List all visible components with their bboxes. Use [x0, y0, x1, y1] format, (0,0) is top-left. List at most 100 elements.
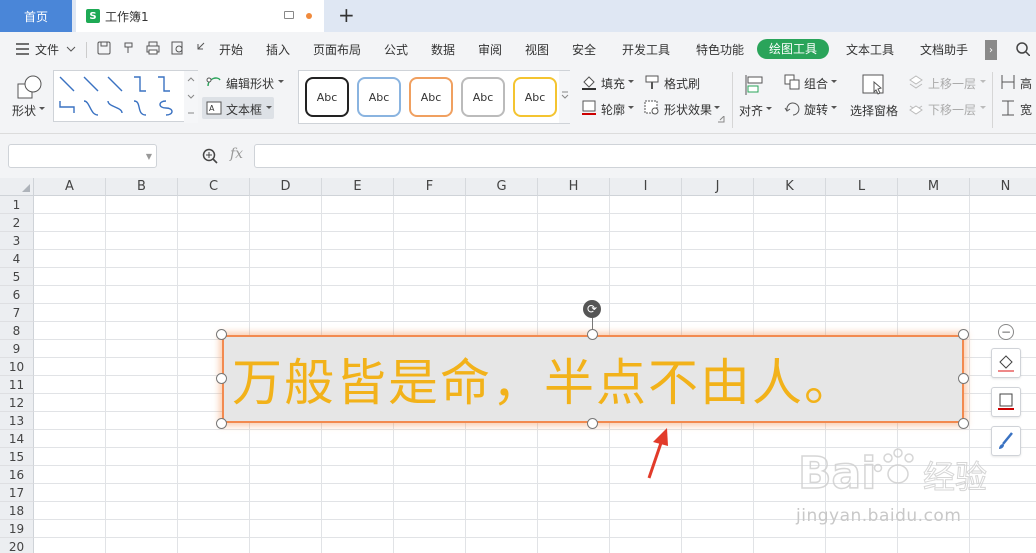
save-icon[interactable] [97, 41, 111, 55]
edit-shape-icon[interactable] [206, 74, 222, 88]
group-label[interactable]: 组合 [804, 75, 828, 92]
menu-security[interactable]: 安全 [572, 41, 596, 58]
new-tab-button[interactable]: + [338, 4, 355, 26]
chevron-down-icon[interactable] [66, 46, 80, 60]
width-label[interactable]: 宽 [1020, 101, 1032, 118]
menu-review[interactable]: 审阅 [478, 41, 502, 58]
row-header[interactable]: 9 [0, 340, 34, 358]
tab-home[interactable]: 首页 [0, 0, 72, 32]
resize-handle-bottom-right[interactable] [958, 418, 969, 429]
chevron-down-icon[interactable]: ▼ [146, 152, 152, 161]
column-header[interactable]: J [682, 178, 754, 196]
column-header[interactable]: D [250, 178, 322, 196]
float-fill-button[interactable] [991, 348, 1021, 378]
print-preview-icon[interactable] [171, 41, 185, 55]
width-icon[interactable] [1001, 100, 1015, 116]
chevron-down-icon[interactable] [831, 106, 837, 110]
fill-icon[interactable] [581, 74, 597, 90]
fx-icon[interactable]: fx [230, 146, 243, 162]
fill-label[interactable]: 填充 [601, 75, 625, 92]
row-header[interactable]: 13 [0, 412, 34, 430]
connector-shapes-icon[interactable] [54, 71, 199, 123]
name-box[interactable]: ▼ [8, 144, 157, 168]
resize-handle-bottom-left[interactable] [216, 418, 227, 429]
row-header[interactable]: 20 [0, 538, 34, 553]
selection-pane-icon[interactable] [862, 74, 886, 96]
more-menu-button[interactable]: › [985, 40, 997, 60]
menu-file[interactable]: 文件 [35, 41, 59, 58]
select-all-corner[interactable] [0, 178, 34, 196]
edit-shape-label[interactable]: 编辑形状 [226, 75, 274, 92]
menu-special[interactable]: 特色功能 [696, 41, 744, 58]
zoom-icon[interactable] [202, 148, 218, 164]
row-header[interactable]: 5 [0, 268, 34, 286]
float-outline-button[interactable] [991, 387, 1021, 417]
resize-handle-bottom[interactable] [587, 418, 598, 429]
style-preset-yellow[interactable]: Abc [513, 77, 557, 117]
chevron-down-icon[interactable] [628, 80, 634, 84]
row-header[interactable]: 15 [0, 448, 34, 466]
row-header[interactable]: 4 [0, 250, 34, 268]
hamburger-icon[interactable] [16, 43, 30, 57]
row-header[interactable]: 12 [0, 394, 34, 412]
outline-label[interactable]: 轮廓 [601, 101, 625, 118]
row-header[interactable]: 10 [0, 358, 34, 376]
scroll-arrow-icon[interactable] [561, 89, 569, 103]
column-header[interactable]: H [538, 178, 610, 196]
row-header[interactable]: 14 [0, 430, 34, 448]
column-header[interactable]: K [754, 178, 826, 196]
search-icon[interactable] [1016, 42, 1030, 56]
column-header[interactable]: E [322, 178, 394, 196]
chevron-down-icon[interactable] [278, 80, 284, 84]
rotate-label[interactable]: 旋转 [804, 101, 828, 118]
selection-pane-label[interactable]: 选择窗格 [850, 102, 898, 119]
column-header[interactable]: G [466, 178, 538, 196]
menu-drawing-tools[interactable]: 绘图工具 [757, 39, 830, 59]
column-header[interactable]: C [178, 178, 250, 196]
outline-icon[interactable] [581, 100, 597, 116]
shapes-icon[interactable] [16, 74, 44, 100]
row-header[interactable]: 19 [0, 520, 34, 538]
shapes-label[interactable]: 形状 [12, 102, 36, 119]
shape-gallery[interactable] [53, 70, 199, 123]
monitor-icon[interactable] [284, 11, 294, 19]
text-box-content[interactable]: 万般皆是命，半点不由人。 [224, 337, 962, 421]
formula-input[interactable] [254, 144, 1036, 168]
format-painter-label[interactable]: 格式刷 [664, 75, 700, 92]
height-icon[interactable] [1001, 74, 1015, 90]
style-preset-black[interactable]: Abc [305, 77, 349, 117]
resize-handle-left[interactable] [216, 373, 227, 384]
menu-formula[interactable]: 公式 [384, 41, 408, 58]
column-header[interactable]: L [826, 178, 898, 196]
resize-handle-top[interactable] [587, 329, 598, 340]
align-label[interactable]: 对齐 [739, 102, 763, 119]
row-header[interactable]: 16 [0, 466, 34, 484]
menu-view[interactable]: 视图 [525, 41, 549, 58]
shape-style-gallery[interactable]: Abc Abc Abc Abc Abc [298, 70, 570, 124]
text-box-shape[interactable]: 万般皆是命，半点不由人。 [222, 335, 964, 423]
row-header[interactable]: 17 [0, 484, 34, 502]
chevron-down-icon[interactable] [831, 80, 837, 84]
column-header[interactable]: B [106, 178, 178, 196]
chevron-down-icon[interactable] [266, 106, 272, 110]
shape-effects-label[interactable]: 形状效果 [664, 101, 712, 118]
style-preset-gray[interactable]: Abc [461, 77, 505, 117]
align-icon[interactable] [744, 74, 766, 96]
format-painter-icon[interactable] [122, 41, 136, 55]
row-header[interactable]: 2 [0, 214, 34, 232]
format-painter-icon[interactable] [644, 74, 660, 90]
undo-icon[interactable] [196, 41, 210, 55]
style-preset-blue[interactable]: Abc [357, 77, 401, 117]
menu-data[interactable]: 数据 [431, 41, 455, 58]
resize-handle-right[interactable] [958, 373, 969, 384]
text-box-label[interactable]: 文本框 [226, 101, 262, 118]
column-header[interactable]: N [970, 178, 1036, 196]
chevron-down-icon[interactable] [766, 107, 772, 111]
resize-handle-top-right[interactable] [958, 329, 969, 340]
row-header[interactable]: 7 [0, 304, 34, 322]
chevron-down-icon[interactable] [39, 107, 45, 111]
column-header[interactable]: I [610, 178, 682, 196]
style-preset-orange[interactable]: Abc [409, 77, 453, 117]
row-header[interactable]: 8 [0, 322, 34, 340]
rotate-handle-icon[interactable]: ⟳ [583, 300, 601, 318]
